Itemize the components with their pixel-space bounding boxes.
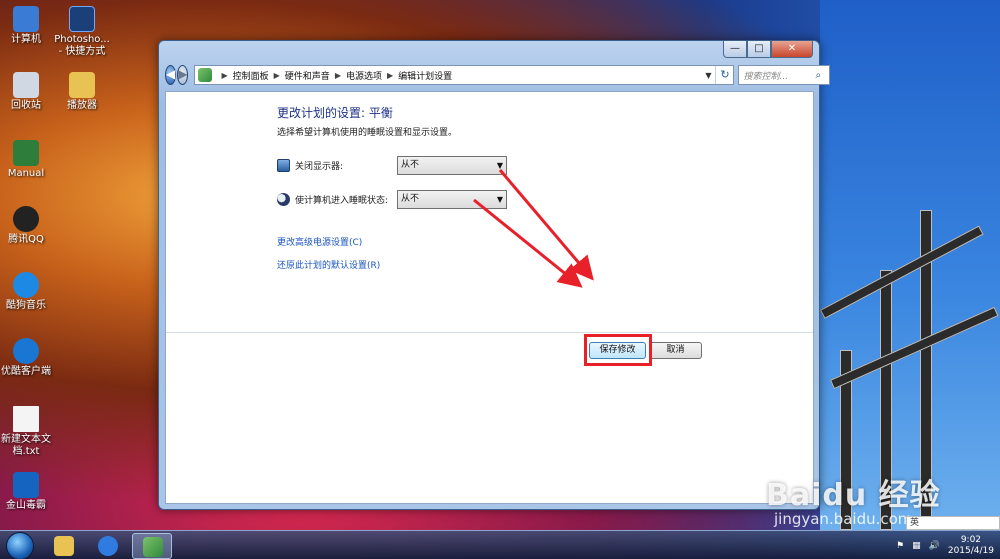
breadcrumb-separator-icon: ▶ [334,70,341,80]
search-input[interactable]: 搜索控制... ⌕ [738,65,831,85]
folder-icon [54,536,74,556]
maximize-button[interactable]: □ [747,41,771,58]
sogou-icon [98,536,118,556]
sleep-select[interactable]: 从不 ▼ [397,190,507,209]
breadcrumb-separator-icon: ▶ [386,70,394,80]
desktop-icon-computer[interactable]: 计算机 [0,6,56,46]
sleep-label: 使计算机进入睡眠状态: [295,195,389,206]
minimize-button[interactable]: — [723,41,747,58]
desktop-icon-qq[interactable]: 腾讯QQ [0,206,56,246]
divider [166,332,813,333]
display-off-label: 关闭显示器: [295,161,344,172]
window-controls: — □ ✕ [723,41,813,59]
page-subtitle: 选择希望计算机使用的睡眠设置和显示设置。 [277,128,458,138]
ime-toolbar[interactable]: 英 [906,516,1000,530]
search-icon[interactable]: ⌕ [815,70,829,81]
address-dropdown-icon[interactable]: ▼ [701,71,715,80]
desktop-icons: 计算机 Photosho... - 快捷方式 回收站 播放器 Manual 腾讯… [0,0,110,530]
advanced-power-settings-link[interactable]: 更改高级电源设置(C) [277,235,362,248]
desktop-icon-player[interactable]: 播放器 [52,72,112,112]
control-panel-icon [143,537,163,557]
qq-icon [13,206,39,232]
main-content: 更改计划的设置: 平衡 选择希望计算机使用的睡眠设置和显示设置。 关闭显示器: … [165,91,814,504]
text-file-icon [13,406,39,432]
refresh-icon[interactable]: ↻ [715,66,733,84]
system-tray: ⚑ ▦ 🔊 9:02 2015/4/19 [896,531,1000,559]
clock[interactable]: 9:02 2015/4/19 [948,535,994,557]
watermark-url: jingyan.baidu.com [774,510,913,528]
desktop-icon-youku[interactable]: 优酷客户端 [0,338,56,378]
youku-icon [13,338,39,364]
monitor-icon [277,158,290,172]
moon-icon [277,192,290,206]
watermark-logo: Baidu 经验 [766,478,941,513]
search-placeholder: 搜索控制... [743,71,789,82]
sleep-value: 从不 [401,194,420,204]
navigation-bar: ◀ ▶ ▶ 控制面板 ▶ 硬件和声音 ▶ 电源选项 ▶ 编辑计划设置 ▼ ↻ 搜… [165,63,831,87]
network-icon[interactable]: ▦ [912,541,921,551]
desktop-icon-manual[interactable]: Manual [0,140,56,180]
control-panel-window: — □ ✕ ◀ ▶ ▶ 控制面板 ▶ 硬件和声音 ▶ 电源选项 ▶ 编辑计划设置… [158,40,831,510]
setting-row-sleep: 使计算机进入睡眠状态: [277,189,388,209]
kugou-icon [13,272,39,298]
address-bar[interactable]: ▶ 控制面板 ▶ 硬件和声音 ▶ 电源选项 ▶ 编辑计划设置 ▼ ↻ [194,65,735,85]
clock-time: 9:02 [960,534,982,545]
breadcrumb-power-options[interactable]: 电源选项 [346,69,382,82]
desktop-icon-text-file[interactable]: 新建文本文档.txt [0,406,56,458]
desktop-icon-recycle-bin[interactable]: 回收站 [0,72,56,112]
antivirus-icon [13,472,39,498]
shortcut-icon [13,140,39,166]
flag-icon[interactable]: ⚑ [896,541,904,551]
display-off-value: 从不 [401,160,420,170]
setting-row-display-off: 关闭显示器: [277,155,343,175]
photoshop-icon [69,6,95,32]
taskbar: ⚑ ▦ 🔊 9:02 2015/4/19 [0,530,1000,559]
taskbar-explorer[interactable] [44,533,84,559]
breadcrumb-hardware-sound[interactable]: 硬件和声音 [285,69,330,82]
desktop-icon-photoshop[interactable]: Photosho... - 快捷方式 [52,6,112,58]
close-button[interactable]: ✕ [771,41,813,58]
control-panel-icon [198,68,213,82]
display-off-select[interactable]: 从不 ▼ [397,156,507,175]
volume-icon[interactable]: 🔊 [929,541,940,551]
chevron-down-icon: ▼ [496,195,503,204]
computer-icon [13,6,39,32]
clock-date: 2015/4/19 [947,545,994,556]
restore-defaults-link[interactable]: 还原此计划的默认设置(R) [277,258,380,271]
taskbar-sogou[interactable] [88,533,128,559]
save-changes-button[interactable]: 保存修改 [589,342,646,359]
breadcrumb-separator-icon: ▶ [221,70,228,80]
desktop-icon-kugou[interactable]: 酷狗音乐 [0,272,56,312]
recycle-bin-icon [13,72,39,98]
breadcrumb: ▶ 控制面板 ▶ 硬件和声音 ▶ 电源选项 ▶ 编辑计划设置 [216,69,452,82]
chevron-down-icon: ▼ [496,161,503,170]
breadcrumb-edit-plan[interactable]: 编辑计划设置 [398,69,452,82]
cancel-button[interactable]: 取消 [649,342,702,359]
breadcrumb-separator-icon: ▶ [273,70,280,80]
folder-icon [69,72,95,98]
back-button[interactable]: ◀ [165,65,177,85]
ime-language: 英 [910,518,920,528]
taskbar-control-panel[interactable] [132,533,172,559]
desktop-icon-antivirus[interactable]: 金山毒霸 [0,472,56,512]
breadcrumb-control-panel[interactable]: 控制面板 [233,69,269,82]
page-title: 更改计划的设置: 平衡 [277,106,393,120]
start-button[interactable] [6,532,34,559]
forward-button[interactable]: ▶ [177,65,189,85]
